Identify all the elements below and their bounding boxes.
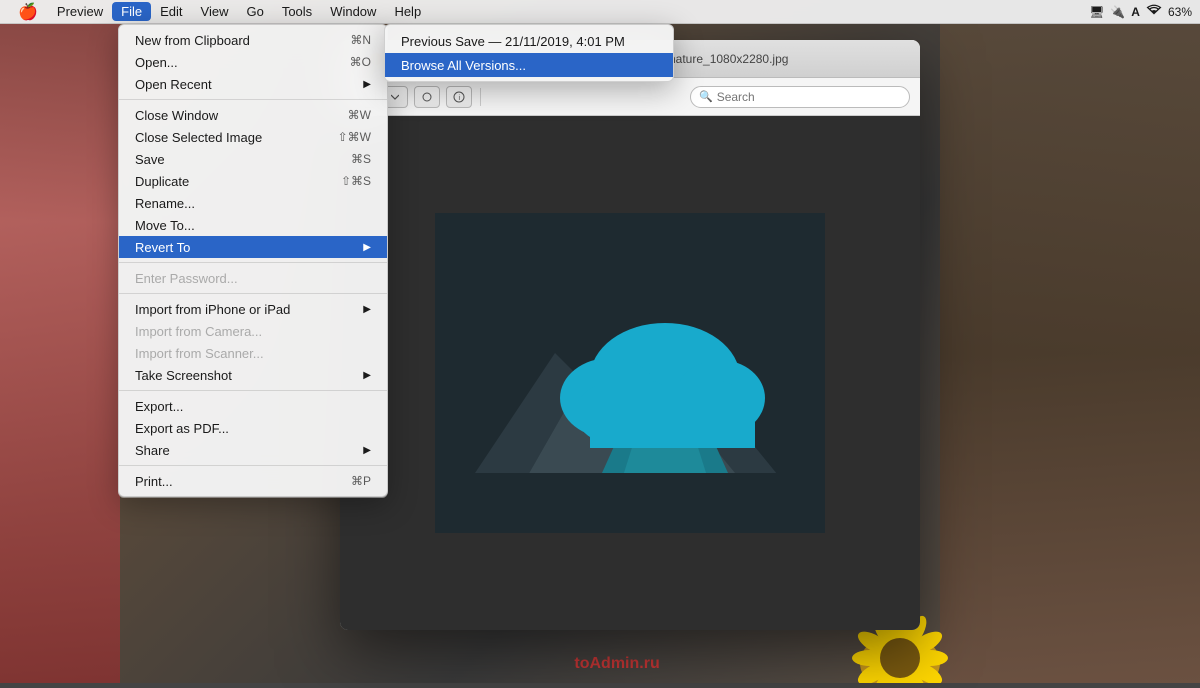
background-left-decoration	[0, 24, 120, 683]
menu-close-selected-label: Close Selected Image	[135, 130, 262, 145]
menu-save-label: Save	[135, 152, 165, 167]
menu-save[interactable]: Save ⌘S	[119, 148, 387, 170]
menu-share-label: Share	[135, 443, 170, 458]
menu-open[interactable]: Open... ⌘O	[119, 51, 387, 73]
font-icon: A	[1131, 5, 1140, 19]
menu-new-clipboard[interactable]: New from Clipboard ⌘N	[119, 29, 387, 51]
menu-close-window-label: Close Window	[135, 108, 218, 123]
menubar: 🍎 Preview File Edit View Go Tools Window…	[0, 0, 1200, 24]
menu-take-screenshot[interactable]: Take Screenshot ▶	[119, 364, 387, 386]
menu-move-to[interactable]: Move To...	[119, 214, 387, 236]
menu-open-recent-arrow: ▶	[363, 79, 371, 90]
menu-share-arrow: ▶	[363, 445, 371, 456]
menu-separator-5	[119, 465, 387, 466]
menu-move-to-label: Move To...	[135, 218, 195, 233]
menu-print-shortcut: ⌘P	[351, 474, 371, 488]
menu-new-clipboard-shortcut: ⌘N	[350, 33, 371, 47]
menu-separator-3	[119, 293, 387, 294]
menu-print[interactable]: Print... ⌘P	[119, 470, 387, 492]
window-main	[340, 116, 920, 630]
menu-close-selected[interactable]: Close Selected Image ⇧⌘W	[119, 126, 387, 148]
menu-duplicate-label: Duplicate	[135, 174, 189, 189]
toolbar-share-button[interactable]	[414, 86, 440, 108]
app-window: allpapersden.com_vector-mountains-nature…	[340, 40, 920, 630]
battery-plugin-icon: 🔌	[1110, 5, 1125, 19]
menu-revert-to[interactable]: Revert To ▶	[119, 236, 387, 258]
menu-rename[interactable]: Rename...	[119, 192, 387, 214]
menu-revert-to-arrow: ▶	[363, 242, 371, 253]
menu-new-clipboard-label: New from Clipboard	[135, 33, 250, 48]
toolbar-info-button[interactable]: i	[446, 86, 472, 108]
revert-to-submenu: Previous Save — 21/11/2019, 4:01 PM Brow…	[384, 24, 674, 82]
menu-import-scanner: Import from Scanner...	[119, 342, 387, 364]
menu-open-shortcut: ⌘O	[350, 55, 371, 69]
menu-take-screenshot-arrow: ▶	[363, 370, 371, 381]
menu-enter-password: Enter Password...	[119, 267, 387, 289]
menu-import-camera-label: Import from Camera...	[135, 324, 262, 339]
menubar-file[interactable]: File	[112, 2, 151, 21]
watermark: toAdmin.ru	[574, 655, 659, 673]
file-menu-dropdown: New from Clipboard ⌘N Open... ⌘O Open Re…	[118, 24, 388, 497]
menu-previous-save-label: Previous Save — 21/11/2019, 4:01 PM	[401, 34, 625, 49]
menu-share[interactable]: Share ▶	[119, 439, 387, 461]
menu-rename-label: Rename...	[135, 196, 195, 211]
menubar-left: 🍎 Preview File Edit View Go Tools Window…	[8, 2, 430, 22]
menu-separator-1	[119, 99, 387, 100]
toolbar-separator	[480, 88, 481, 106]
menu-import-camera: Import from Camera...	[119, 320, 387, 342]
menu-close-window-shortcut: ⌘W	[348, 108, 371, 122]
menubar-right: 🖥 🔌 A 63%	[1089, 4, 1192, 19]
menu-take-screenshot-label: Take Screenshot	[135, 368, 232, 383]
menu-import-iphone-arrow: ▶	[363, 304, 371, 315]
menu-browse-versions[interactable]: Browse All Versions...	[385, 53, 673, 77]
menu-import-iphone-label: Import from iPhone or iPad	[135, 302, 290, 317]
menubar-view[interactable]: View	[192, 2, 238, 21]
wifi-icon	[1146, 4, 1162, 19]
menubar-go[interactable]: Go	[237, 2, 272, 21]
menubar-help[interactable]: Help	[385, 2, 430, 21]
svg-text:i: i	[459, 95, 461, 102]
menu-export-pdf[interactable]: Export as PDF...	[119, 417, 387, 439]
menu-duplicate[interactable]: Duplicate ⇧⌘S	[119, 170, 387, 192]
apple-menu[interactable]: 🍎	[8, 2, 48, 22]
menu-open-recent[interactable]: Open Recent ▶	[119, 73, 387, 95]
menu-print-label: Print...	[135, 474, 173, 489]
menu-import-scanner-label: Import from Scanner...	[135, 346, 264, 361]
menu-export-label: Export...	[135, 399, 183, 414]
menu-duplicate-shortcut: ⇧⌘S	[341, 174, 371, 188]
menu-browse-versions-label: Browse All Versions...	[401, 58, 526, 73]
monitor-icon: 🖥	[1089, 5, 1104, 19]
menu-export-pdf-label: Export as PDF...	[135, 421, 229, 436]
menu-export[interactable]: Export...	[119, 395, 387, 417]
menubar-edit[interactable]: Edit	[151, 2, 191, 21]
search-icon: 🔍	[699, 90, 713, 103]
menu-separator-2	[119, 262, 387, 263]
menu-save-shortcut: ⌘S	[351, 152, 371, 166]
menubar-preview[interactable]: Preview	[48, 2, 112, 21]
preview-image	[435, 213, 825, 533]
toolbar-search[interactable]: 🔍	[690, 86, 910, 108]
menu-close-window[interactable]: Close Window ⌘W	[119, 104, 387, 126]
menu-separator-4	[119, 390, 387, 391]
window-content	[340, 116, 920, 630]
menubar-tools[interactable]: Tools	[273, 2, 321, 21]
window-toolbar: i 🔍	[340, 78, 920, 116]
menu-close-selected-shortcut: ⇧⌘W	[338, 130, 371, 144]
battery-percent: 63%	[1168, 5, 1192, 19]
menubar-window[interactable]: Window	[321, 2, 385, 21]
search-input[interactable]	[717, 90, 901, 104]
menu-import-iphone[interactable]: Import from iPhone or iPad ▶	[119, 298, 387, 320]
menu-open-label: Open...	[135, 55, 178, 70]
menu-revert-to-label: Revert To	[135, 240, 190, 255]
menu-open-recent-label: Open Recent	[135, 77, 212, 92]
menu-enter-password-label: Enter Password...	[135, 271, 238, 286]
menu-previous-save[interactable]: Previous Save — 21/11/2019, 4:01 PM	[385, 29, 673, 53]
